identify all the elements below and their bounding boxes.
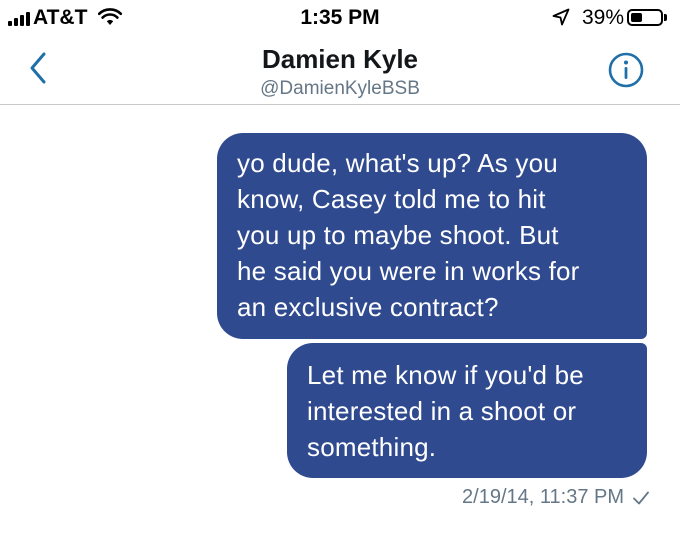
location-arrow-icon	[552, 8, 570, 26]
checkmark-icon	[633, 491, 649, 504]
status-bar: AT&T 1:35 PM 39%	[0, 0, 680, 36]
message-line: something.	[307, 432, 437, 462]
message-line: an exclusive contract?	[237, 292, 499, 322]
message-line: interested in a shoot or	[307, 396, 577, 426]
message-timestamp-row: 2/19/14, 11:37 PM	[462, 486, 650, 509]
info-circle-icon[interactable]	[608, 52, 644, 88]
message-line: you up to maybe shoot. But	[237, 220, 559, 250]
contact-handle: @DamienKyleBSB	[260, 78, 420, 99]
message-bubble-outgoing[interactable]: yo dude, what's up? As you know, Casey t…	[217, 133, 647, 339]
clipped-content-edge	[236, 534, 332, 542]
status-time: 1:35 PM	[300, 6, 380, 29]
message-timestamp: 2/19/14, 11:37 PM	[462, 486, 624, 508]
message-line: yo dude, what's up? As you	[237, 148, 558, 178]
contact-name: Damien Kyle	[261, 44, 419, 74]
battery-percent: 39%	[582, 6, 625, 29]
battery-icon	[627, 9, 663, 26]
message-line: Let me know if you'd be	[307, 360, 584, 390]
battery-fill	[631, 13, 642, 22]
message-line: he said you were in works for	[237, 256, 580, 286]
message-bubble-outgoing[interactable]: Let me know if you'd be interested in a …	[287, 343, 647, 478]
conversation-header: Damien Kyle @DamienKyleBSB	[0, 36, 680, 105]
message-line: know, Casey told me to hit	[237, 184, 546, 214]
battery-cap	[664, 14, 667, 21]
